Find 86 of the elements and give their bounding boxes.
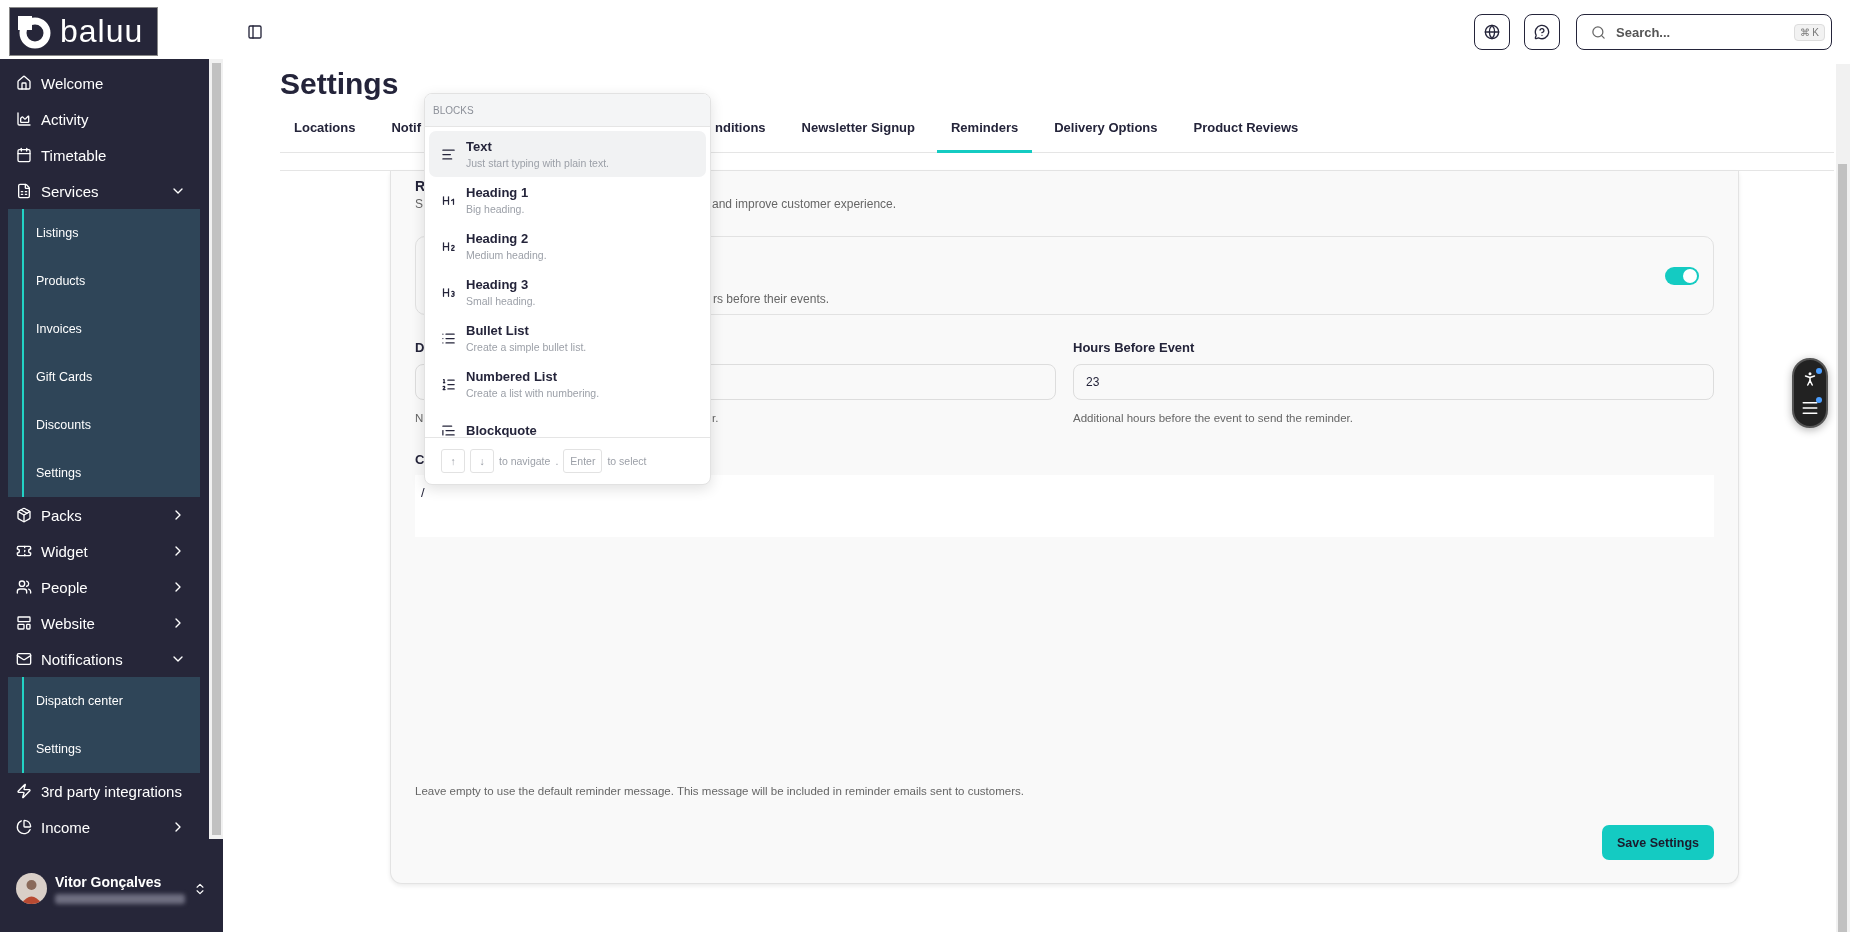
page-title: Settings bbox=[280, 66, 400, 102]
tab[interactable]: Newsletter Signup bbox=[787, 104, 929, 153]
sidebar-item[interactable]: Welcome bbox=[8, 65, 200, 102]
accessibility-widget[interactable] bbox=[1792, 358, 1828, 428]
field-label: D bbox=[415, 339, 425, 357]
help-icon bbox=[1534, 24, 1550, 40]
logo[interactable]: baluu bbox=[9, 7, 158, 56]
sidebar-item[interactable]: Services bbox=[8, 173, 200, 210]
submenu-item[interactable]: Products bbox=[24, 257, 200, 306]
field-hint: Leave empty to use the default reminder message. This message will be included in reminder emails sent to customers. bbox=[415, 784, 1025, 799]
globe-icon bbox=[1484, 24, 1500, 40]
field-label: C bbox=[415, 451, 425, 469]
sidebar-item[interactable]: Activity bbox=[8, 101, 200, 138]
field-hint: N bbox=[415, 411, 424, 426]
sidebar-item[interactable]: Packs bbox=[8, 497, 200, 534]
menu-heading: BLOCKS bbox=[425, 94, 710, 127]
footer-text: to select bbox=[607, 455, 647, 467]
field-label: Hours Before Event bbox=[1073, 339, 1195, 357]
toggle-switch[interactable] bbox=[1665, 266, 1699, 285]
scrollbar[interactable] bbox=[1836, 64, 1850, 932]
user-name: Vitor Gonçalves bbox=[55, 873, 163, 890]
panel-icon bbox=[247, 24, 263, 40]
key-hint: ↓ bbox=[470, 449, 494, 473]
toggle-description: rs before their events. bbox=[713, 292, 830, 306]
separator-dot: . bbox=[555, 455, 559, 467]
sidebar-item[interactable]: Widget bbox=[8, 533, 200, 570]
sidebar-item[interactable]: Notifications bbox=[8, 641, 200, 678]
layout-icon bbox=[16, 615, 32, 632]
pie-chart-icon bbox=[16, 819, 32, 836]
users-icon bbox=[16, 579, 32, 596]
menu-item[interactable]: Heading 3 Small heading. bbox=[429, 269, 706, 315]
help-button[interactable] bbox=[1524, 14, 1560, 50]
scrollbar[interactable] bbox=[209, 59, 223, 840]
message-editor[interactable]: / bbox=[415, 475, 1714, 537]
submenu-item[interactable]: Dispatch center bbox=[24, 677, 200, 726]
sidebar-item[interactable]: Income bbox=[8, 809, 200, 846]
chart-icon bbox=[16, 111, 32, 128]
lightning-icon bbox=[16, 783, 32, 800]
menu-item[interactable]: Bullet List Create a simple bullet list. bbox=[429, 315, 706, 361]
logo-icon bbox=[16, 13, 52, 50]
logo-text: baluu bbox=[60, 13, 144, 50]
text-lines-icon bbox=[441, 146, 456, 162]
submenu-item[interactable]: Gift Cards bbox=[24, 353, 200, 402]
box-icon bbox=[16, 507, 32, 524]
section-description: S bbox=[415, 196, 423, 213]
submenu-item[interactable]: Settings bbox=[24, 725, 200, 774]
submenu-item[interactable]: Invoices bbox=[24, 305, 200, 354]
sidebar-item[interactable]: 3rd party integrations bbox=[8, 773, 200, 810]
mail-icon bbox=[16, 651, 32, 668]
input-field[interactable]: 23 bbox=[1073, 364, 1714, 400]
tab[interactable]: Product Reviews bbox=[1179, 104, 1313, 153]
house-icon bbox=[16, 75, 32, 92]
tab[interactable]: Reminders bbox=[937, 104, 1033, 153]
field-hint: Additional hours before the event to send the reminder. bbox=[1073, 411, 1354, 426]
menu-item[interactable]: Numbered List Create a list with numbering. bbox=[429, 361, 706, 407]
menu-item[interactable]: Text Just start typing with plain text. bbox=[429, 131, 706, 177]
section-description: and improve customer experience. bbox=[712, 196, 897, 213]
sidebar-item[interactable]: People bbox=[8, 569, 200, 606]
bullet-list-icon bbox=[441, 330, 456, 346]
save-button[interactable]: Save Settings bbox=[1602, 825, 1714, 860]
sidebar-toggle-button[interactable] bbox=[247, 24, 263, 40]
tab[interactable]: Delivery Options bbox=[1040, 104, 1172, 153]
submenu-item[interactable]: Listings bbox=[24, 209, 200, 258]
menu-icon[interactable] bbox=[1801, 398, 1819, 417]
quote-icon bbox=[441, 422, 456, 437]
key-hint: Enter bbox=[563, 449, 603, 473]
document-icon bbox=[16, 183, 32, 200]
field-hint: r. bbox=[712, 411, 719, 426]
calendar-icon bbox=[16, 147, 32, 164]
sidebar-item[interactable]: Website bbox=[8, 605, 200, 642]
shortcut-hint: ⌘ K bbox=[1793, 23, 1825, 41]
menu-item[interactable]: Blockquote bbox=[429, 407, 706, 437]
menu-item[interactable]: Heading 1 Big heading. bbox=[429, 177, 706, 223]
submenu-item[interactable]: Settings bbox=[24, 449, 200, 498]
footer-text: to navigate bbox=[499, 455, 551, 467]
search-icon bbox=[1591, 24, 1606, 40]
submenu-item[interactable]: Discounts bbox=[24, 401, 200, 450]
key-hint: ↑ bbox=[441, 449, 465, 473]
menu-item[interactable]: Heading 2 Medium heading. bbox=[429, 223, 706, 269]
tab[interactable]: Locations bbox=[280, 104, 370, 153]
sidebar-item[interactable]: Timetable bbox=[8, 137, 200, 174]
user-avatar bbox=[16, 873, 47, 905]
section-title: R bbox=[415, 177, 426, 195]
language-button[interactable] bbox=[1474, 14, 1510, 50]
search-field[interactable]: Search... ⌘ K bbox=[1576, 14, 1832, 50]
numbered-list-icon bbox=[441, 376, 456, 392]
